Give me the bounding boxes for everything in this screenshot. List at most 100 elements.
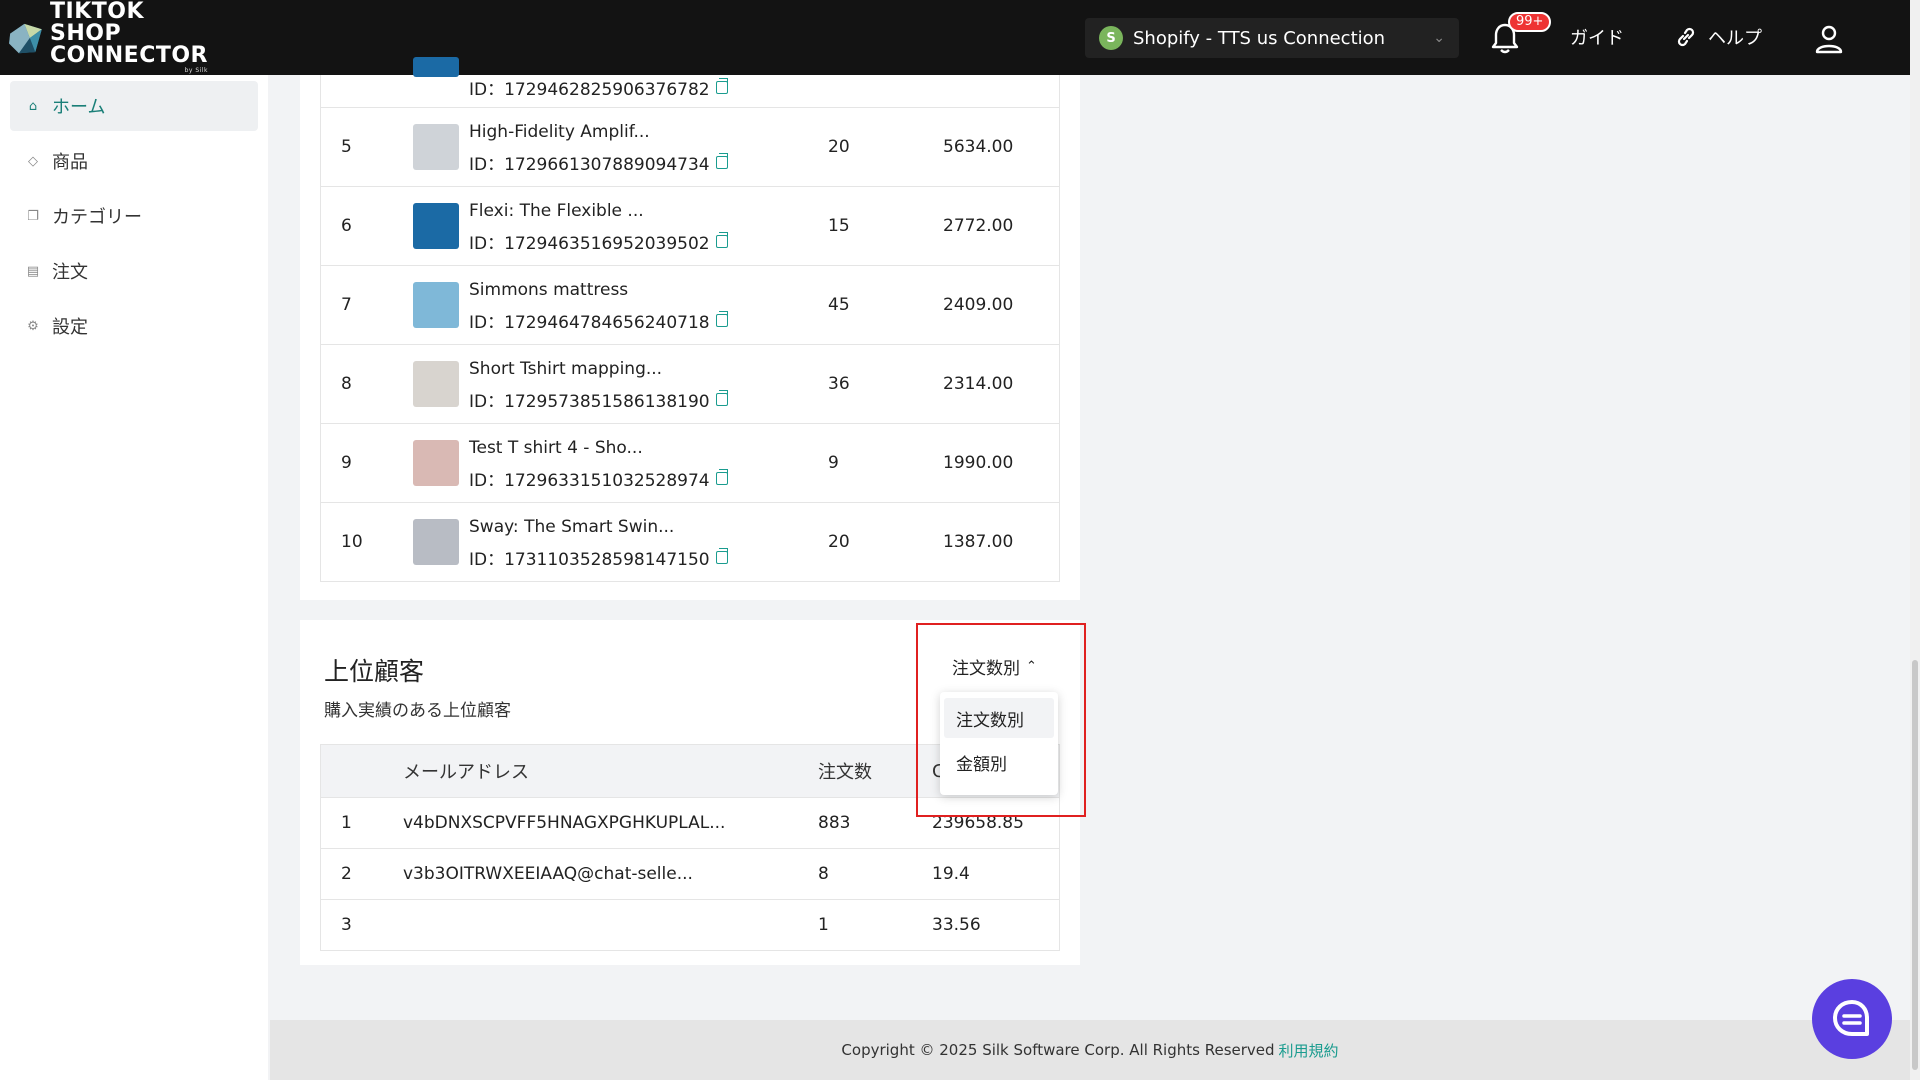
sidebar-item-label: 注文 xyxy=(52,262,88,283)
sidebar-item-label: ホーム xyxy=(52,97,106,118)
order-icon: ▤ xyxy=(26,263,40,279)
product-id: ID：1729462825906376782 xyxy=(469,75,728,100)
customer-orders: 8 xyxy=(818,864,829,884)
product-name[interactable]: Test T shirt 4 - Sho... xyxy=(469,438,643,458)
notification-badge: 99+ xyxy=(1508,12,1552,32)
sidebar-item-orders[interactable]: ▤ 注文 xyxy=(10,246,258,296)
product-amount: 2409.00 xyxy=(943,295,1014,315)
app-logo[interactable]: TIKTOK SHOP CONNECTOR by Silk xyxy=(8,1,208,74)
product-amount: 2772.00 xyxy=(943,216,1014,236)
logo-mark-icon xyxy=(9,23,42,54)
table-row: 10 Sway: The Smart Swin... ID：1731103528… xyxy=(321,502,1059,581)
table-row: 6 Flexi: The Flexible ... ID：17294635169… xyxy=(321,186,1059,265)
copy-icon[interactable] xyxy=(715,232,728,248)
logo-by: by Silk xyxy=(184,67,208,74)
customer-email: v4bDNXSCPVFF5HNAGXPGHKUPLAL... xyxy=(403,813,726,833)
top-bar: TIKTOK SHOP CONNECTOR by Silk S Shopify … xyxy=(0,0,1910,75)
customer-rank: 3 xyxy=(341,915,352,935)
user-icon[interactable] xyxy=(1814,24,1844,54)
copy-icon[interactable] xyxy=(715,153,728,169)
top-products-table: ID：1729462825906376782 5 High-Fidelity A… xyxy=(320,57,1060,582)
table-row: 7 Simmons mattress ID：172946478465624071… xyxy=(321,265,1059,344)
product-name[interactable]: Sway: The Smart Swin... xyxy=(469,517,674,537)
top-products-card: ID：1729462825906376782 5 High-Fidelity A… xyxy=(300,57,1080,600)
copy-icon[interactable] xyxy=(715,469,728,485)
copy-icon[interactable] xyxy=(715,311,728,327)
product-id: ID：1729573851586138190 xyxy=(469,387,728,412)
copy-icon[interactable] xyxy=(715,390,728,406)
shopify-icon: S xyxy=(1099,26,1123,50)
product-id: ID：1729464784656240718 xyxy=(469,308,728,333)
settings-icon: ⚙ xyxy=(27,318,39,334)
header-orders: 注文数 xyxy=(818,762,872,783)
product-thumbnail xyxy=(413,124,459,170)
sidebar-item-categories[interactable]: ❐ カテゴリー xyxy=(10,191,258,241)
highlight-box xyxy=(916,623,1086,817)
product-name[interactable]: Flexi: The Flexible ... xyxy=(469,201,644,221)
product-name[interactable]: Short Tshirt mapping... xyxy=(469,359,662,379)
logo-line2: CONNECTOR xyxy=(50,43,208,68)
footer: Copyright © 2025 Silk Software Corp. All… xyxy=(270,1020,1910,1080)
table-row: 2 v3b3OITRWXEEIAAQ@chat-selle... 8 19.4 xyxy=(321,848,1059,899)
product-name[interactable]: High-Fidelity Amplif... xyxy=(469,122,650,142)
table-row: 5 High-Fidelity Amplif... ID：17296613078… xyxy=(321,107,1059,186)
store-selector[interactable]: S Shopify - TTS us Connection ⌄ xyxy=(1085,18,1459,58)
sidebar: ⌂ ホーム ◇ 商品 ❐ カテゴリー ▤ 注文 ⚙ 設定 xyxy=(0,75,268,1080)
product-thumbnail xyxy=(413,282,459,328)
product-rank: 7 xyxy=(341,295,352,315)
store-name: Shopify - TTS us Connection xyxy=(1133,27,1386,49)
product-thumbnail xyxy=(413,519,459,565)
product-id: ID：1731103528598147150 xyxy=(469,545,728,570)
section-title: 上位顧客 xyxy=(324,657,425,686)
table-row: 3 1 33.56 xyxy=(321,899,1059,950)
customer-rank: 2 xyxy=(341,864,352,884)
section-subtitle: 購入実績のある上位顧客 xyxy=(324,701,511,721)
product-thumbnail xyxy=(413,57,459,77)
scrollbar-thumb[interactable] xyxy=(1912,660,1918,1070)
home-icon: ⌂ xyxy=(28,98,38,114)
chat-button[interactable] xyxy=(1812,979,1892,1059)
terms-link[interactable]: 利用規約 xyxy=(1279,1040,1339,1061)
customer-amount: 33.56 xyxy=(932,915,981,935)
product-rank: 5 xyxy=(341,137,352,157)
product-rank: 8 xyxy=(341,374,352,394)
product-thumbnail xyxy=(413,203,459,249)
guide-link[interactable]: ガイド xyxy=(1570,24,1624,50)
product-rank: 6 xyxy=(341,216,352,236)
logo-text: TIKTOK SHOP CONNECTOR by Silk xyxy=(50,1,208,75)
product-id: ID：1729633151032528974 xyxy=(469,466,728,491)
tag-icon: ◇ xyxy=(28,153,38,169)
product-qty: 20 xyxy=(828,137,850,157)
logo-line1: TIKTOK SHOP xyxy=(50,0,144,46)
sidebar-item-home[interactable]: ⌂ ホーム xyxy=(10,81,258,131)
table-row: ID：1729462825906376782 xyxy=(321,57,1059,107)
category-icon: ❐ xyxy=(27,208,39,224)
header-email: メールアドレス xyxy=(403,762,529,783)
product-qty: 20 xyxy=(828,532,850,552)
chat-icon xyxy=(1833,1000,1869,1036)
product-qty: 15 xyxy=(828,216,850,236)
chevron-down-icon: ⌄ xyxy=(1433,30,1445,46)
product-rank: 9 xyxy=(341,453,352,473)
sidebar-item-settings[interactable]: ⚙ 設定 xyxy=(10,301,258,351)
copy-icon[interactable] xyxy=(715,548,728,564)
product-qty: 36 xyxy=(828,374,850,394)
sidebar-item-label: カテゴリー xyxy=(52,207,142,228)
product-amount: 2314.00 xyxy=(943,374,1014,394)
sidebar-item-label: 商品 xyxy=(52,152,88,173)
link-icon xyxy=(1677,27,1695,47)
product-name[interactable]: Simmons mattress xyxy=(469,280,628,300)
product-thumbnail xyxy=(413,361,459,407)
product-amount: 1990.00 xyxy=(943,453,1014,473)
help-link[interactable]: ヘルプ xyxy=(1674,24,1762,50)
table-row: 9 Test T shirt 4 - Sho... ID：17296331510… xyxy=(321,423,1059,502)
sidebar-item-label: 設定 xyxy=(52,317,88,338)
sidebar-item-products[interactable]: ◇ 商品 xyxy=(10,136,258,186)
table-row: 8 Short Tshirt mapping... ID：17295738515… xyxy=(321,344,1059,423)
product-rank: 10 xyxy=(341,532,363,552)
copy-icon[interactable] xyxy=(715,78,728,94)
product-id: ID：1729463516952039502 xyxy=(469,229,728,254)
product-qty: 45 xyxy=(828,295,850,315)
copyright-text: Copyright © 2025 Silk Software Corp. All… xyxy=(841,1041,1275,1059)
product-amount: 5634.00 xyxy=(943,137,1014,157)
